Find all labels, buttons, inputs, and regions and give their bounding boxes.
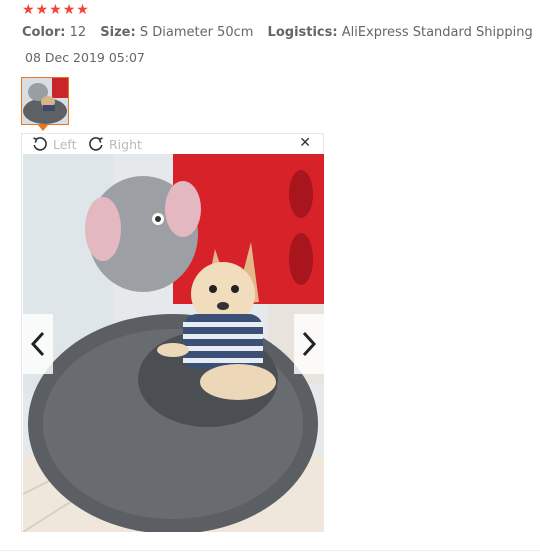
color-label: Color: <box>22 25 66 40</box>
viewer-toolbar: Left Right ✕ <box>22 134 323 154</box>
thumbnail-selected-caret <box>38 125 48 131</box>
size-label: Size: <box>100 25 136 40</box>
star-icon: ★ <box>22 2 35 18</box>
review-date: 08 Dec 2019 05:07 <box>25 50 145 65</box>
rotate-right-label: Right <box>109 136 142 152</box>
rotate-right-icon <box>89 137 103 151</box>
close-button[interactable]: ✕ <box>299 135 311 151</box>
rotate-left-label: Left <box>53 136 77 152</box>
photo-viewer: Left Right ✕ <box>21 133 324 532</box>
rotate-left-button[interactable]: Left <box>32 136 77 152</box>
review-attributes: Color: 12 Size: S Diameter 50cm Logistic… <box>22 25 533 40</box>
star-icon: ★ <box>62 2 76 18</box>
thumbnail-image <box>22 78 68 124</box>
next-photo-button[interactable] <box>294 314 324 374</box>
color-value: 12 <box>69 25 87 40</box>
rating-stars: ★ ★ ★ ★ ★ <box>22 2 89 18</box>
star-icon: ★ <box>49 2 62 18</box>
chevron-right-icon <box>302 331 317 357</box>
review-photo-image <box>23 154 324 532</box>
rotate-right-button[interactable]: Right <box>88 136 142 152</box>
review-photo-thumbnail[interactable] <box>21 77 69 125</box>
divider <box>0 550 540 551</box>
star-icon: ★ <box>76 2 89 18</box>
size-value: S Diameter 50cm <box>139 25 254 40</box>
rotate-left-icon <box>33 137 47 151</box>
logistics-label: Logistics: <box>267 25 338 40</box>
star-icon: ★ <box>35 2 49 18</box>
logistics-value: AliExpress Standard Shipping <box>341 25 533 40</box>
review-photo <box>23 154 324 532</box>
chevron-left-icon <box>30 331 45 357</box>
close-icon: ✕ <box>299 135 311 151</box>
previous-photo-button[interactable] <box>23 314 53 374</box>
